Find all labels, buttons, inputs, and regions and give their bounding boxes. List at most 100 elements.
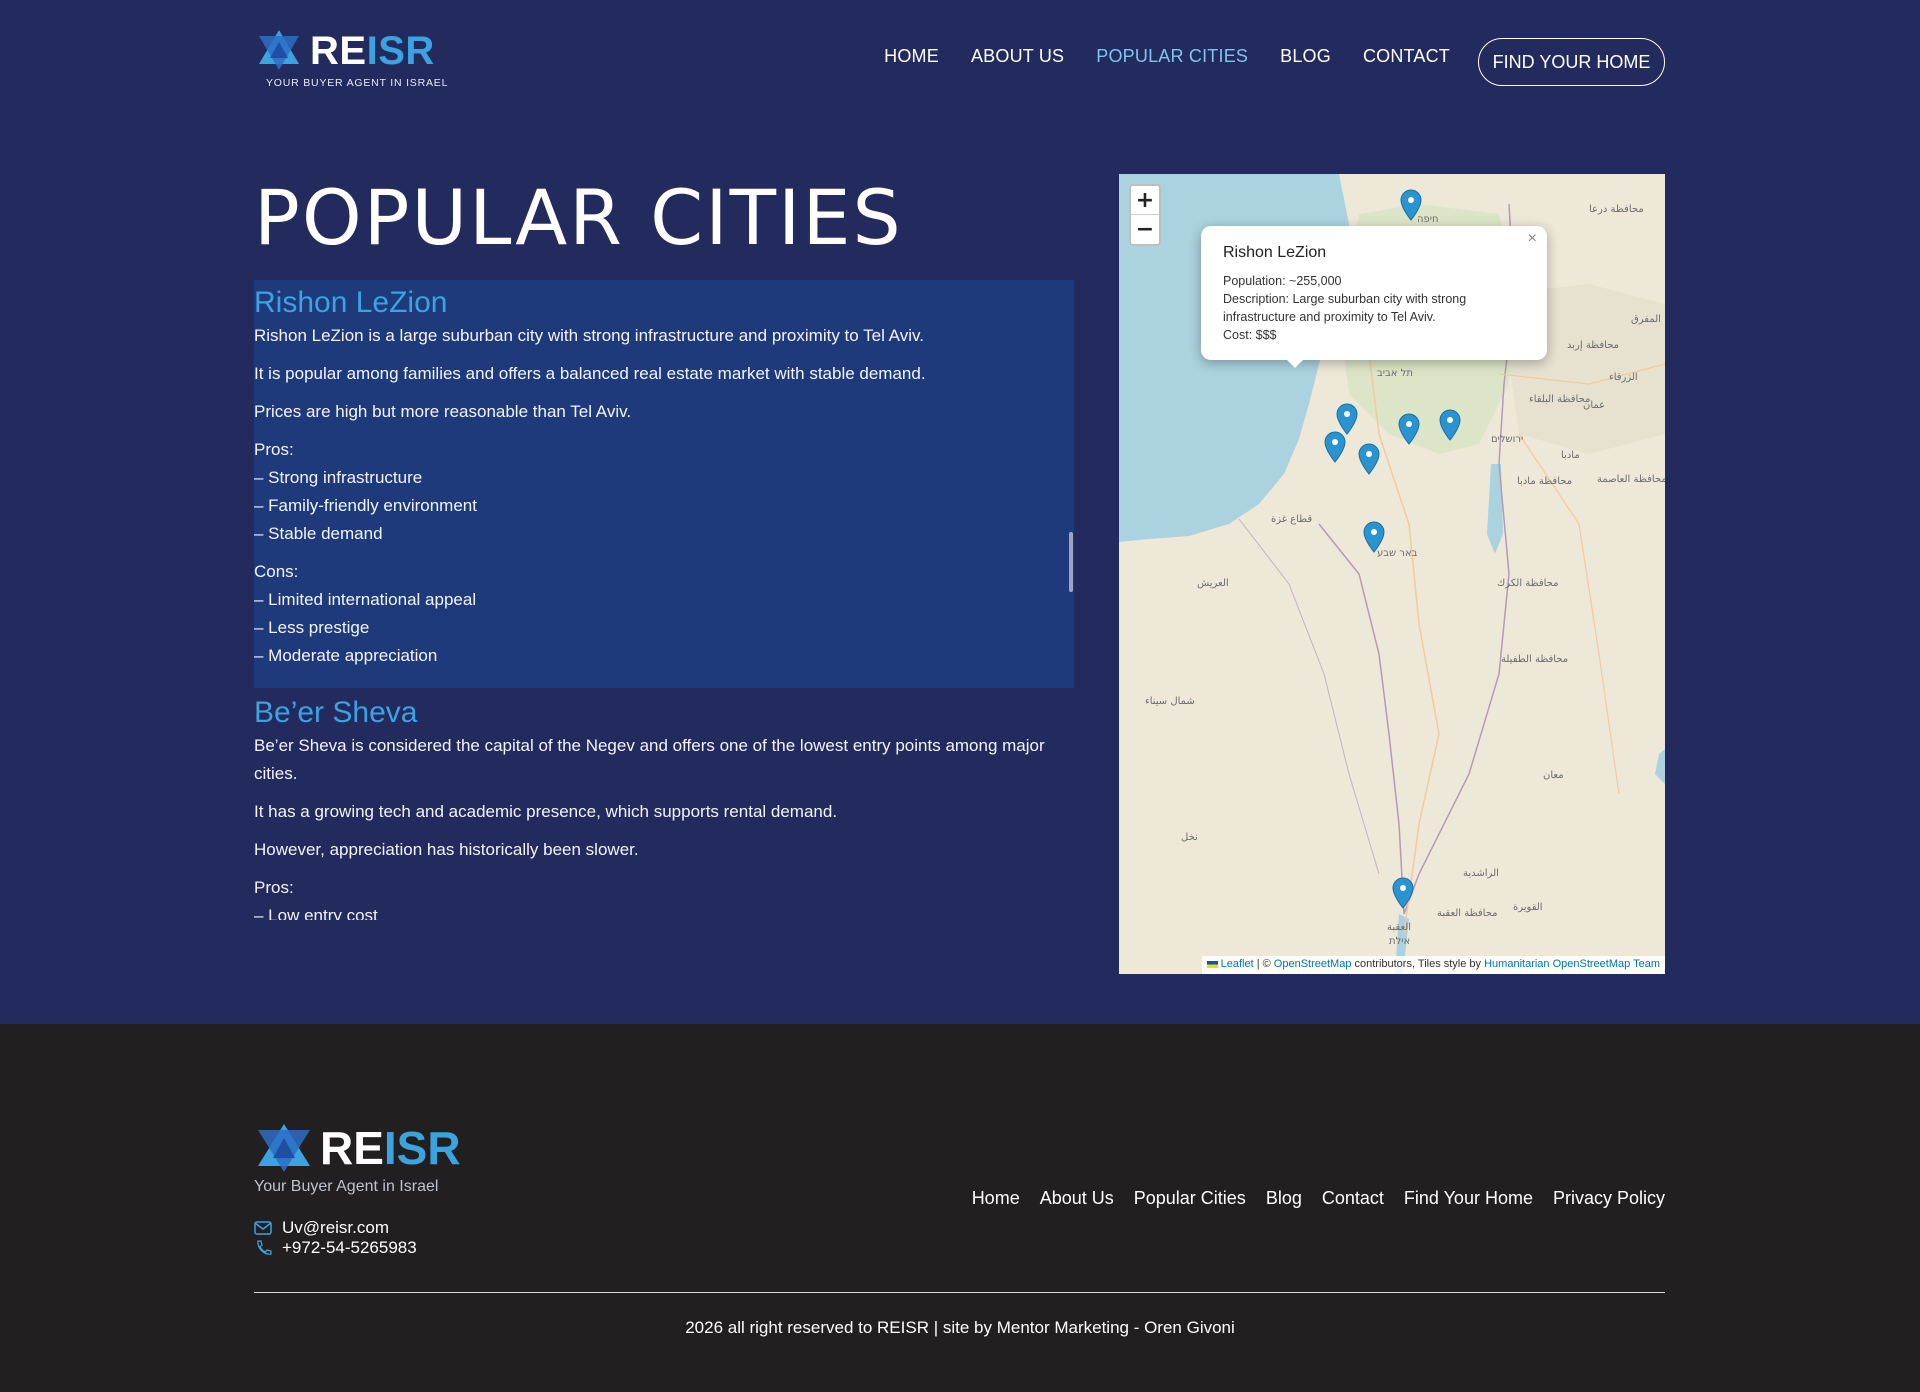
cons-item: – Less prestige xyxy=(254,618,370,637)
pros-item: – Family-friendly environment xyxy=(254,496,477,515)
map-label: معان xyxy=(1543,770,1564,781)
nav-about-us[interactable]: ABOUT US xyxy=(971,46,1064,67)
map-label: محافظة العاصمة xyxy=(1597,474,1665,485)
map-label: شمال سيناء xyxy=(1145,696,1195,707)
phone-icon xyxy=(257,1240,272,1255)
map-label: אילת xyxy=(1389,936,1411,947)
city-paragraph: It is popular among families and offers … xyxy=(254,364,926,383)
footer-logo-tagline: Your Buyer Agent in Israel xyxy=(254,1178,439,1195)
city-card-beer-sheva[interactable]: Be’er Sheva Be’er Sheva is considered th… xyxy=(254,688,1074,920)
osm-link[interactable]: OpenStreetMap xyxy=(1274,958,1352,970)
footer-link-popular-cities[interactable]: Popular Cities xyxy=(1134,1188,1246,1209)
pros-list: Pros: – Low entry cost xyxy=(254,874,1074,920)
popup-tip xyxy=(1285,358,1305,368)
attribution-text: contributors, Tiles style by xyxy=(1351,958,1485,970)
map-label: العقبة xyxy=(1387,922,1412,933)
cons-label: Cons: xyxy=(254,562,299,581)
map-label: محافظة إربد xyxy=(1567,340,1620,351)
footer-link-find-your-home[interactable]: Find Your Home xyxy=(1404,1188,1533,1209)
nav-blog[interactable]: BLOG xyxy=(1280,46,1331,67)
email-text: Uv@reisr.com xyxy=(282,1218,389,1237)
popup-description: Description: Large suburban city with st… xyxy=(1223,292,1467,324)
nav-contact[interactable]: CONTACT xyxy=(1363,46,1450,67)
map-label: المفرق xyxy=(1631,314,1661,325)
leaflet-link[interactable]: Leaflet xyxy=(1221,958,1254,970)
city-card-rishon-lezion[interactable]: Rishon LeZion Rishon LeZion is a large s… xyxy=(254,280,1074,688)
popup-close-icon[interactable]: × xyxy=(1528,230,1537,248)
cons-item: – Limited international appeal xyxy=(254,590,477,609)
pros-label: Pros: xyxy=(254,878,294,897)
star-of-david-icon xyxy=(258,1124,310,1172)
main-nav: HOME ABOUT US POPULAR CITIES BLOG CONTAC… xyxy=(852,46,1450,67)
footer-link-contact[interactable]: Contact xyxy=(1322,1188,1384,1209)
city-name: Rishon LeZion xyxy=(254,286,448,319)
site-header: REISR YOUR BUYER AGENT IN ISRAEL HOME AB… xyxy=(0,0,1920,124)
map-label: חיפה xyxy=(1417,214,1439,225)
map-label: محافظة مادبا xyxy=(1517,476,1573,487)
zoom-out-button[interactable]: − xyxy=(1131,215,1159,244)
map-label: الراشدية xyxy=(1463,868,1499,879)
phone-text: +972-54-5265983 xyxy=(282,1238,417,1257)
city-paragraph: It has a growing tech and academic prese… xyxy=(254,802,838,821)
star-of-david-icon xyxy=(259,30,299,70)
popup-title: Rishon LeZion xyxy=(1223,244,1327,261)
city-paragraph: Rishon LeZion is a large suburban city w… xyxy=(254,326,924,345)
nav-home[interactable]: HOME xyxy=(884,46,939,67)
ukraine-flag-icon xyxy=(1206,960,1218,968)
cons-item: – Moderate appreciation xyxy=(254,646,438,665)
pros-item: – Low entry cost xyxy=(254,906,378,920)
footer-link-privacy-policy[interactable]: Privacy Policy xyxy=(1553,1188,1665,1209)
map-label: قطاع غزة xyxy=(1271,514,1313,525)
map-popup: × Rishon LeZion Population: ~255,000 Des… xyxy=(1201,226,1547,360)
map-label: ירושלים xyxy=(1491,434,1524,445)
logo-wordmark: REISR xyxy=(310,29,435,73)
cons-list: Cons: – Limited international appeal – L… xyxy=(254,558,1074,670)
header-logo[interactable]: REISR YOUR BUYER AGENT IN ISRAEL xyxy=(254,28,447,90)
map-label: محافظة درعا xyxy=(1589,204,1644,215)
popup-population: Population: ~255,000 xyxy=(1223,274,1342,288)
city-list[interactable]: Rishon LeZion Rishon LeZion is a large s… xyxy=(254,280,1074,920)
nav-popular-cities[interactable]: POPULAR CITIES xyxy=(1096,46,1248,67)
zoom-in-button[interactable]: + xyxy=(1131,186,1159,215)
footer-link-home[interactable]: Home xyxy=(972,1188,1020,1209)
hot-link[interactable]: Humanitarian OpenStreetMap Team xyxy=(1484,958,1660,970)
footer-divider xyxy=(254,1292,1665,1293)
map-label: العريش xyxy=(1197,578,1229,589)
pros-label: Pros: xyxy=(254,440,294,459)
mail-icon xyxy=(254,1221,272,1235)
footer-email[interactable]: Uv@reisr.com xyxy=(254,1218,389,1238)
city-paragraph: Prices are high but more reasonable than… xyxy=(254,402,632,421)
map-label: القويرة xyxy=(1513,902,1543,913)
map-zoom-control: + − xyxy=(1129,184,1161,246)
map-label: محافظة الطفيلة xyxy=(1501,654,1569,665)
pros-item: – Stable demand xyxy=(254,524,383,543)
map-label: באר שבע xyxy=(1377,548,1418,559)
map-label: محافظة العقبة xyxy=(1437,908,1498,919)
city-name: Be’er Sheva xyxy=(254,696,418,729)
find-your-home-button[interactable]: FIND YOUR HOME xyxy=(1478,38,1665,86)
map-label: نخل xyxy=(1181,832,1198,843)
map-label: الزرقاء xyxy=(1609,372,1638,383)
copyright-text: 2026 all right reserved to REISR | site … xyxy=(685,1318,1235,1337)
attribution-text: | © xyxy=(1253,958,1274,970)
page-title: POPULAR CITIES xyxy=(254,173,903,262)
city-paragraph: However, appreciation has historically b… xyxy=(254,840,639,859)
footer-logo-wordmark: REISR xyxy=(320,1122,461,1174)
footer-phone[interactable]: +972-54-5265983 xyxy=(254,1238,417,1258)
footer-logo[interactable]: REISR Your Buyer Agent in Israel xyxy=(254,1120,494,1200)
footer-link-blog[interactable]: Blog xyxy=(1266,1188,1302,1209)
pros-item: – Strong infrastructure xyxy=(254,468,423,487)
map-attribution: Leaflet | © OpenStreetMap contributors, … xyxy=(1201,956,1665,974)
map-label: תל אביב xyxy=(1377,368,1413,379)
logo-tagline: YOUR BUYER AGENT IN ISRAEL xyxy=(266,77,449,89)
map-label: محافظة الكرك xyxy=(1497,578,1559,589)
city-map[interactable]: חיפה תל אביב ירושלים באר שבע العقبة عمان… xyxy=(1119,174,1665,974)
footer-nav: Home About Us Popular Cities Blog Contac… xyxy=(952,1188,1665,1209)
city-list-scrollbar[interactable] xyxy=(1069,532,1073,592)
map-label: محافظة البلقاء xyxy=(1529,394,1591,405)
popup-cost: Cost: $$$ xyxy=(1223,328,1277,342)
pros-list: Pros: – Strong infrastructure – Family-f… xyxy=(254,436,1074,548)
map-label: مادبا xyxy=(1561,450,1580,461)
city-paragraph: Be’er Sheva is considered the capital of… xyxy=(254,736,1045,783)
footer-link-about-us[interactable]: About Us xyxy=(1040,1188,1114,1209)
